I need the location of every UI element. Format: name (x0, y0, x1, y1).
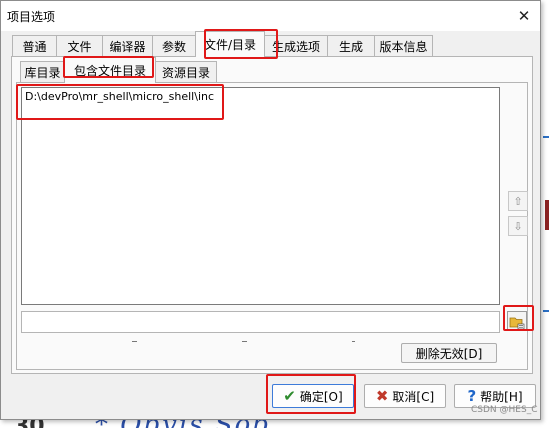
ok-button[interactable]: ✔ 确定[O] (272, 384, 354, 408)
subtab-include-dirs[interactable]: 包含文件目录 (64, 57, 156, 83)
main-tabs: 普通 文件 编译器 参数 文件/目录 生成选项 生成 版本信息 (12, 31, 433, 57)
list-item[interactable]: D:\devPro\mr_shell\micro_shell\inc (25, 90, 214, 103)
browse-folder-button[interactable] (507, 311, 527, 331)
x-icon: ✖ (375, 386, 389, 405)
subtab-resource-dirs[interactable]: 资源目录 (155, 61, 217, 83)
tab-build-options[interactable]: 生成选项 (264, 35, 328, 57)
tab-files-directories[interactable]: 文件/目录 (195, 31, 265, 57)
tab-parameters[interactable]: 参数 (152, 35, 196, 57)
arrow-up-icon: ⇧ (513, 194, 523, 208)
directory-list[interactable]: D:\devPro\mr_shell\micro_shell\inc (21, 87, 500, 305)
move-down-button[interactable]: ⇩ (508, 216, 528, 236)
watermark: CSDN @HES_C (471, 405, 538, 415)
separator-dash (132, 341, 137, 342)
directory-path-input[interactable] (21, 311, 500, 333)
move-up-button[interactable]: ⇧ (508, 191, 528, 211)
delete-invalid-button[interactable]: 删除无效[D] (401, 343, 497, 363)
subtab-library-dirs[interactable]: 库目录 (20, 61, 65, 83)
background-accent (543, 310, 549, 312)
background-mark (545, 200, 549, 230)
tab-files[interactable]: 文件 (56, 35, 103, 57)
close-button[interactable]: ✕ (512, 5, 536, 27)
tab-build[interactable]: 生成 (327, 35, 375, 57)
files-directories-panel: 库目录 包含文件目录 资源目录 D:\devPro\mr_shell\micro… (11, 56, 533, 374)
title-bar[interactable]: 项目选项 ✕ (1, 1, 540, 31)
project-options-dialog: 项目选项 ✕ 普通 文件 编译器 参数 文件/目录 生成选项 生成 版本信息 库… (0, 0, 541, 420)
background-accent (543, 136, 549, 138)
separator-dash (352, 341, 355, 342)
separator-dash (242, 341, 247, 342)
directory-subtabs: 库目录 包含文件目录 资源目录 (20, 57, 217, 83)
check-icon: ✔ (283, 386, 296, 405)
tab-version-info[interactable]: 版本信息 (374, 35, 433, 57)
tab-general[interactable]: 普通 (12, 35, 57, 57)
close-icon: ✕ (517, 7, 531, 25)
question-icon: ? (467, 386, 477, 405)
cancel-button[interactable]: ✖ 取消[C] (364, 384, 446, 408)
arrow-down-icon: ⇩ (513, 219, 523, 233)
folder-icon (509, 317, 525, 330)
tab-compiler[interactable]: 编译器 (102, 35, 153, 57)
include-dirs-panel: D:\devPro\mr_shell\micro_shell\inc ⇧ ⇩ 删… (16, 82, 528, 370)
dialog-title: 项目选项 (7, 9, 56, 24)
